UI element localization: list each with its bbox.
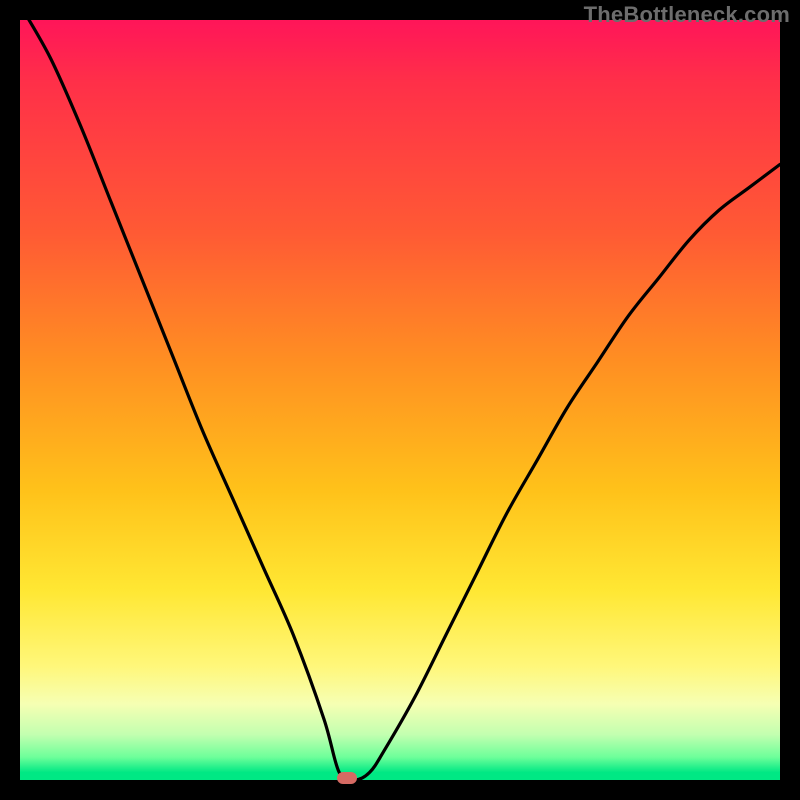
plot-area: [20, 20, 780, 780]
chart-container: TheBottleneck.com: [0, 0, 800, 800]
minimum-marker: [337, 772, 357, 784]
bottleneck-curve: [20, 20, 780, 780]
watermark-text: TheBottleneck.com: [584, 2, 790, 28]
